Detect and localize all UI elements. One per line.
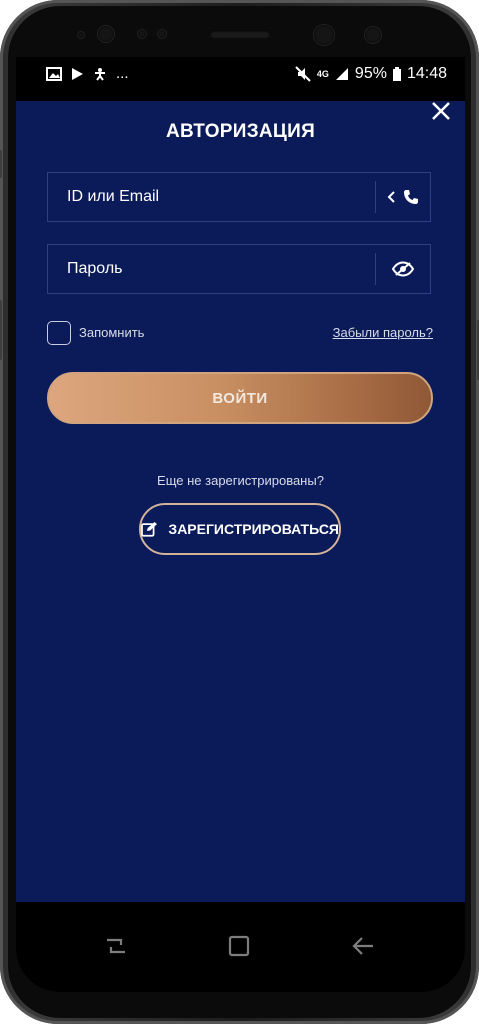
play-store-icon xyxy=(72,67,83,80)
status-bar: ... 4G 95% 14:48 xyxy=(16,57,465,101)
sensor-dot xyxy=(78,32,84,38)
sensor-dot xyxy=(158,30,166,38)
screen: ... 4G 95% 14:48 АВТОРИЗАЦИЯ ID или Emai… xyxy=(16,57,465,902)
bixby-button xyxy=(0,300,2,360)
earpiece-speaker xyxy=(210,30,270,38)
front-sensor xyxy=(98,26,114,42)
battery-icon xyxy=(392,67,401,81)
signal-icon xyxy=(335,68,348,80)
battery-percent: 95% xyxy=(354,65,387,82)
phone-login-toggle[interactable] xyxy=(376,173,430,221)
remember-label: Запомнить xyxy=(79,325,145,340)
volume-button xyxy=(0,150,2,178)
iris-scanner xyxy=(365,27,381,43)
toggle-password-visibility[interactable] xyxy=(376,245,430,293)
back-button[interactable] xyxy=(348,932,378,960)
login-button[interactable]: ВОЙТИ xyxy=(47,372,433,424)
sensor-dot xyxy=(138,30,146,38)
home-icon xyxy=(228,935,250,957)
mute-icon xyxy=(295,66,311,82)
remember-checkbox[interactable] xyxy=(47,321,71,345)
page-title: АВТОРИЗАЦИЯ xyxy=(165,121,316,142)
navigation-bar xyxy=(16,902,465,992)
back-arrow-icon xyxy=(352,937,373,955)
login-input[interactable] xyxy=(48,173,368,221)
chevron-left-icon xyxy=(387,191,395,203)
not-registered-text: Еще не зарегистрированы? xyxy=(157,473,324,488)
recent-apps-button[interactable] xyxy=(101,932,131,960)
front-camera xyxy=(314,25,334,45)
network-type: 4G xyxy=(316,69,329,79)
home-button[interactable] xyxy=(224,932,254,960)
edit-icon xyxy=(141,522,157,537)
phone-icon xyxy=(404,190,418,204)
accessibility-icon xyxy=(95,67,105,81)
phone-frame: ... 4G 95% 14:48 АВТОРИЗАЦИЯ ID или Emai… xyxy=(0,0,479,1024)
register-button[interactable]: ЗАРЕГИСТРИРОВАТЬСЯ xyxy=(139,503,341,555)
password-input[interactable] xyxy=(48,245,368,293)
recent-apps-icon xyxy=(107,938,125,954)
remember-row: Запомнить Забыли пароль? xyxy=(47,321,433,347)
eye-slash-icon xyxy=(392,261,414,277)
register-button-label: ЗАРЕГИСТРИРОВАТЬСЯ xyxy=(168,521,339,537)
image-icon xyxy=(46,66,62,81)
clock: 14:48 xyxy=(406,65,447,82)
auth-screen: АВТОРИЗАЦИЯ Запомнить Забыли пар xyxy=(16,101,465,902)
password-field xyxy=(47,244,431,294)
login-field xyxy=(47,172,431,222)
more-notifications: ... xyxy=(116,65,129,82)
forgot-password-link[interactable]: Забыли пароль? xyxy=(333,325,433,340)
